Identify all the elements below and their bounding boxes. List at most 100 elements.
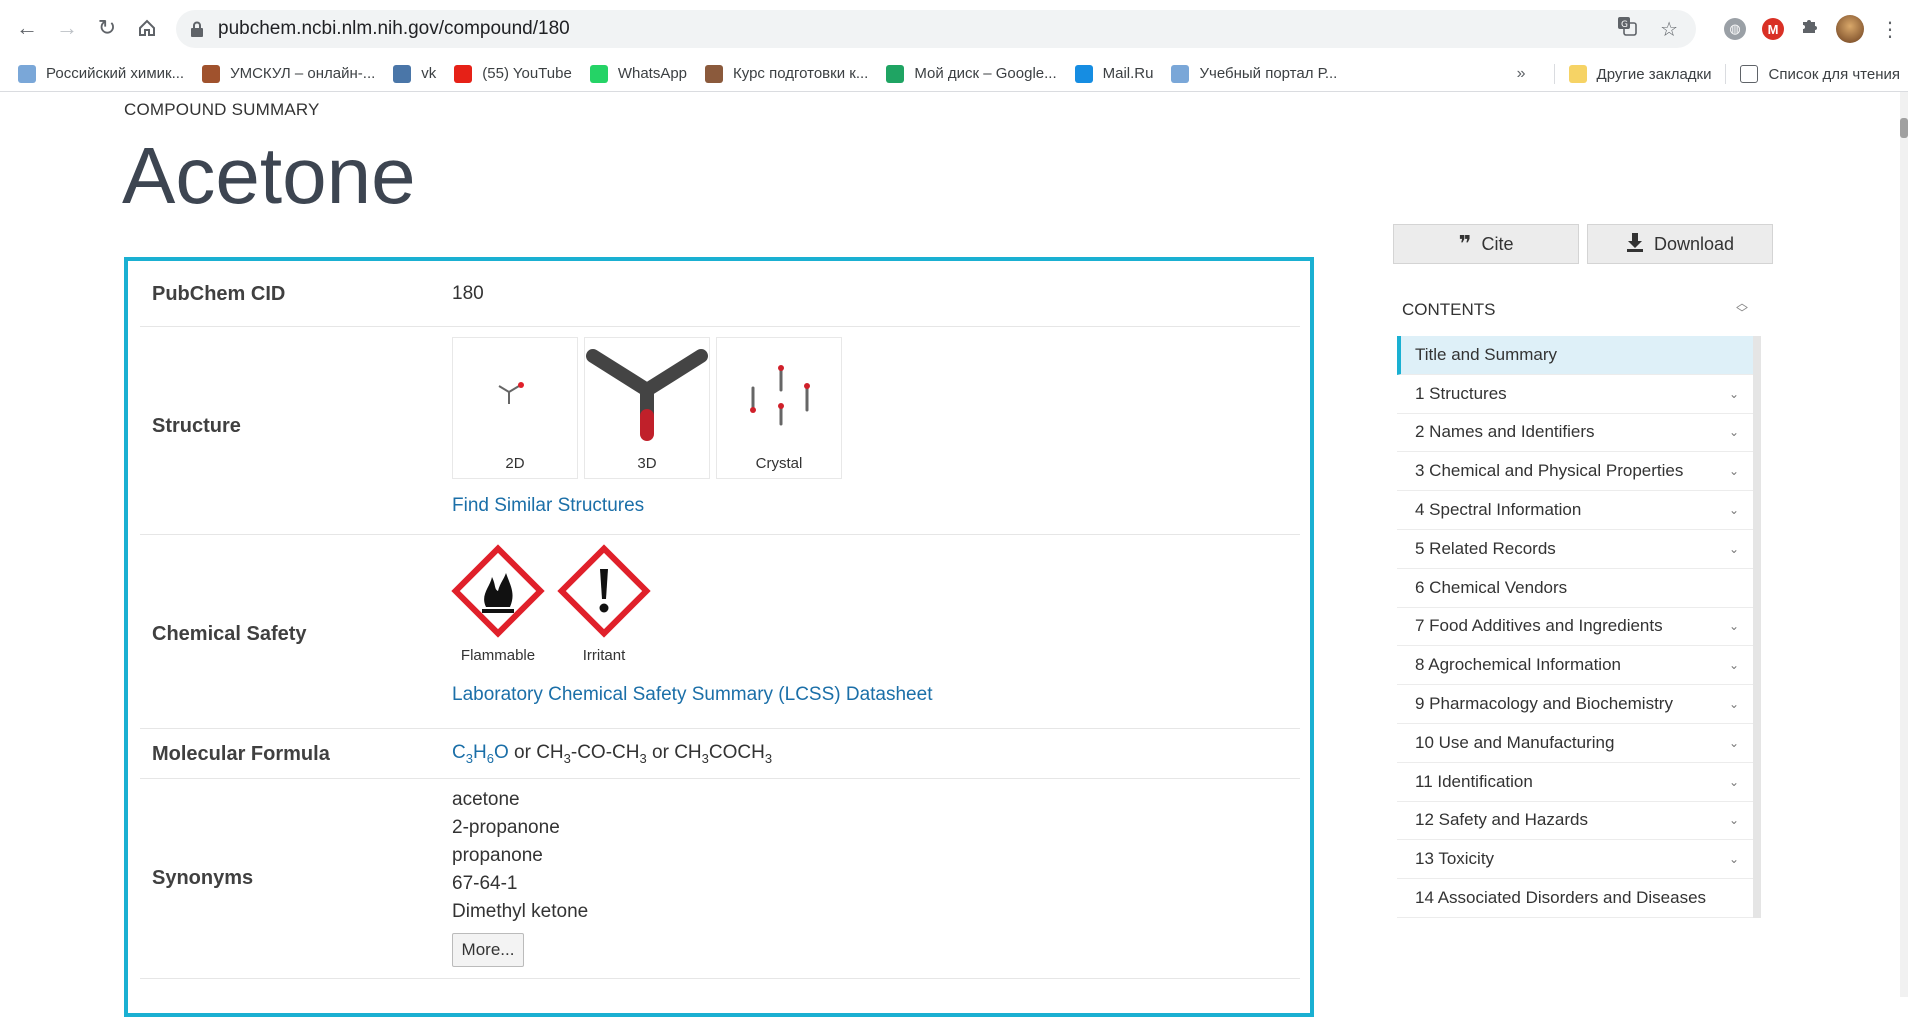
bookmarks-overflow-button[interactable]: » [1517, 65, 1526, 83]
bookmark-star-icon[interactable]: ☆ [1660, 17, 1678, 42]
back-icon[interactable]: ← [8, 9, 46, 47]
url-text: pubchem.ncbi.nlm.nih.gov/compound/180 [218, 18, 570, 39]
bookmark-item[interactable]: (55) YouTube [454, 64, 572, 83]
other-bookmarks-folder[interactable]: Другие закладки [1568, 65, 1711, 83]
toc-item[interactable]: 7 Food Additives and Ingredients ⌄ [1397, 608, 1753, 647]
structure-2d-thumb[interactable]: 2D [452, 337, 578, 479]
browser-toolbar: ← → ↻ pubchem.ncbi.nlm.nih.gov/compound/… [0, 0, 1908, 56]
bookmark-item[interactable]: Российский химик... [18, 64, 184, 83]
synonym-item: Dimethyl ketone [452, 901, 589, 922]
bookmark-item[interactable]: Mail.Ru [1074, 64, 1153, 83]
reload-icon[interactable]: ↻ [88, 9, 126, 47]
toc-item[interactable]: 11 Identification ⌄ [1397, 763, 1753, 802]
lcss-datasheet-link[interactable]: Laboratory Chemical Safety Summary (LCSS… [452, 684, 932, 706]
toc-item[interactable]: Title and Summary [1397, 336, 1753, 375]
chevron-down-icon[interactable]: ⌄ [1729, 736, 1739, 750]
mail-extension-icon[interactable]: M [1762, 18, 1784, 40]
toc-item-label: 13 Toxicity [1415, 849, 1495, 869]
chevron-down-icon[interactable]: ⌄ [1729, 619, 1739, 633]
folder-icon [1568, 65, 1587, 83]
structure-3d-thumb[interactable]: 3D [584, 337, 710, 479]
section-label: COMPOUND SUMMARY [124, 100, 320, 119]
row-label: Molecular Formula [152, 743, 330, 765]
row-label: PubChem CID [152, 283, 286, 305]
fox-icon [202, 64, 221, 83]
extensions-puzzle-icon[interactable] [1800, 16, 1820, 42]
toc-item[interactable]: 3 Chemical and Physical Properties ⌄ [1397, 452, 1753, 492]
toc-item[interactable]: 14 Associated Disorders and Diseases [1397, 879, 1753, 918]
chevron-down-icon[interactable]: ⌄ [1729, 658, 1739, 672]
reading-list-label: Список для чтения [1768, 65, 1900, 83]
bookmark-item[interactable]: Учебный портал Р... [1171, 64, 1337, 83]
toc-item-label: 11 Identification [1415, 771, 1533, 791]
row-label: Synonyms [152, 867, 254, 889]
chevron-down-icon[interactable]: ⌄ [1729, 464, 1739, 478]
home-icon[interactable] [128, 9, 166, 47]
toc-item[interactable]: 9 Pharmacology and Biochemistry ⌄ [1397, 685, 1753, 724]
toc-item[interactable]: 13 Toxicity ⌄ [1397, 840, 1753, 880]
crystal-icon [750, 365, 810, 426]
toc-item[interactable]: 6 Chemical Vendors [1397, 569, 1753, 608]
irritant-pictogram-icon[interactable] [556, 543, 652, 639]
toc-item[interactable]: 4 Spectral Information ⌄ [1397, 491, 1753, 530]
translate-icon[interactable]: G [1616, 15, 1638, 43]
quote-icon: ❞ [1458, 231, 1472, 256]
google-drive-icon [886, 64, 905, 83]
scrollbar-thumb[interactable] [1900, 118, 1908, 138]
forward-icon[interactable]: → [48, 9, 86, 47]
divider [1553, 64, 1555, 84]
page-title: Acetone [122, 131, 416, 220]
formula-link[interactable]: C3H6O [452, 742, 509, 766]
reading-list-button[interactable]: Список для чтения [1740, 65, 1900, 83]
lock-icon [190, 21, 204, 37]
structure-crystal-thumb[interactable]: Crystal [716, 337, 842, 479]
download-button[interactable]: Download [1587, 224, 1773, 264]
bookmark-item[interactable]: УМСКУЛ – онлайн-... [202, 64, 375, 83]
bookmark-item[interactable]: WhatsApp [589, 64, 687, 83]
more-synonyms-button[interactable]: More... [452, 933, 524, 967]
bookmark-item[interactable]: Курс подготовки к... [705, 64, 868, 83]
mailru-icon [1074, 64, 1093, 83]
toc-item-label: 6 Chemical Vendors [1415, 577, 1568, 597]
chevron-down-icon[interactable]: ⌄ [1729, 425, 1739, 439]
row-label: Chemical Safety [152, 623, 307, 645]
chevron-down-icon[interactable]: ⌄ [1729, 813, 1739, 827]
bookmark-item[interactable]: Мой диск – Google... [886, 64, 1057, 83]
row-pubchem-cid: PubChem CID 180 [140, 261, 1300, 327]
chevron-down-icon[interactable]: ⌄ [1729, 503, 1739, 517]
collapse-toggle-icon[interactable]: ︿ ﹀ [1736, 297, 1748, 319]
bookmark-label: Мой диск – Google... [914, 65, 1057, 82]
bookmark-label: (55) YouTube [482, 65, 572, 82]
chevron-down-icon[interactable]: ⌄ [1729, 387, 1739, 401]
cite-button[interactable]: ❞ Cite [1393, 224, 1579, 264]
chevron-down-icon[interactable]: ⌄ [1729, 542, 1739, 556]
address-bar[interactable]: pubchem.ncbi.nlm.nih.gov/compound/180 G … [176, 10, 1696, 48]
flask-icon [1171, 64, 1190, 83]
toc-item[interactable]: 5 Related Records ⌄ [1397, 530, 1753, 569]
profile-avatar[interactable] [1836, 15, 1864, 43]
page-scrollbar[interactable] [1900, 92, 1908, 997]
toc-item[interactable]: 1 Structures ⌄ [1397, 375, 1753, 414]
chevron-down-icon[interactable]: ⌄ [1729, 775, 1739, 789]
reading-list-icon [1740, 65, 1759, 83]
synonym-item: propanone [452, 845, 543, 866]
toc-item-label: 12 Safety and Hazards [1415, 810, 1588, 830]
cite-label: Cite [1481, 233, 1514, 254]
pictogram-caption: Flammable [460, 647, 536, 664]
chevron-down-icon[interactable]: ⌄ [1729, 852, 1739, 866]
synonym-item: acetone [452, 789, 520, 810]
bookmark-item[interactable]: vk [393, 64, 436, 83]
bookmarks-bar: Российский химик... УМСКУЛ – онлайн-... vk… [0, 56, 1908, 92]
toc-item[interactable]: 2 Names and Identifiers ⌄ [1397, 414, 1753, 453]
globe-extension-icon[interactable]: ◍ [1724, 18, 1746, 40]
chevron-down-icon[interactable]: ⌄ [1729, 697, 1739, 711]
toc-item[interactable]: 12 Safety and Hazards ⌄ [1397, 802, 1753, 841]
flask-icon [18, 64, 36, 83]
molecule-2d-icon [498, 382, 524, 404]
formula-alt: CH3-CO-CH3 [536, 742, 647, 766]
flammable-pictogram-icon[interactable] [450, 543, 546, 639]
toc-item[interactable]: 10 Use and Manufacturing ⌄ [1397, 724, 1753, 763]
toc-item[interactable]: 8 Agrochemical Information ⌄ [1397, 646, 1753, 686]
menu-kebab-icon[interactable]: ⋮ [1880, 17, 1900, 42]
find-similar-structures-link[interactable]: Find Similar Structures [452, 495, 644, 517]
